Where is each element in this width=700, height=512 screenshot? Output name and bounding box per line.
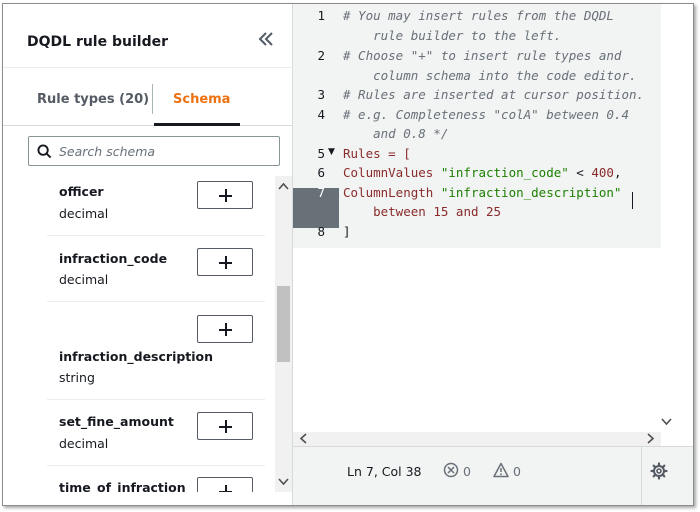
active-tab-indicator [154, 123, 240, 126]
panel-header: DQDL rule builder [3, 4, 293, 68]
code-comment: # Rules are inserted at cursor position. [343, 87, 645, 102]
tab-divider [152, 84, 153, 114]
list-item: officer decimal [47, 176, 265, 236]
code-comment: # Choose "+" to insert rule types and [343, 48, 622, 63]
add-column-button[interactable] [197, 412, 253, 440]
schema-list: officer decimal infraction_code decimal [3, 176, 275, 492]
search-schema-input[interactable] [59, 141, 269, 161]
status-divider [641, 447, 642, 505]
code-line-7-wrap: between 15 and 25 [343, 204, 501, 219]
scrollbar-thumb[interactable] [277, 286, 290, 362]
tab-schema[interactable]: Schema [173, 92, 230, 107]
code-punct: , [613, 165, 622, 180]
list-item: infraction_description string [47, 302, 265, 400]
code-rules-close: ] [343, 224, 351, 239]
code-rules-open: Rules = [ [343, 146, 411, 161]
code-comment: rule builder to the left. [343, 28, 562, 43]
editor-status-bar: Ln 7, Col 38 0 0 [293, 446, 693, 505]
list-item: set_fine_amount decimal [47, 400, 265, 466]
fold-arrow-icon[interactable]: ▼ [328, 147, 335, 157]
add-column-button[interactable] [197, 248, 253, 276]
code-number: 15 [433, 204, 449, 219]
line-number: 8 [317, 224, 325, 239]
collapse-panel-icon [258, 32, 273, 46]
code-line-7: ColumnLength "infraction_description" [343, 185, 621, 200]
warning-count: 0 [513, 464, 521, 479]
double-chevron-left-icon[interactable] [257, 30, 275, 51]
panel-title: DQDL rule builder [27, 34, 168, 50]
cursor-position: Ln 7, Col 38 [347, 464, 422, 479]
tab-rule-types[interactable]: Rule types (20) [37, 92, 149, 107]
code-line-6: ColumnValues "infraction_code" < 400, [343, 165, 621, 180]
app-window: DQDL rule builder Rule types (20) Schema [2, 3, 694, 506]
line-number: 6 [317, 165, 325, 180]
error-count: 0 [463, 464, 471, 479]
line-number: 3 [317, 87, 325, 102]
column-name: officer [59, 184, 104, 199]
error-icon[interactable] [443, 462, 459, 478]
code-string: "infraction_code" [440, 165, 569, 180]
scroll-left-icon[interactable] [299, 433, 307, 447]
column-type: string [59, 370, 95, 385]
list-item: time_of_infraction [47, 466, 265, 492]
code-keyword: between [373, 204, 426, 219]
code-editor[interactable]: 1 2 3 4 5 ▼ 6 7 8 # You may insert rules… [293, 4, 661, 432]
line-number: 4 [317, 107, 325, 122]
column-name: time_of_infraction [59, 480, 186, 492]
list-item: infraction_code decimal [47, 236, 265, 302]
code-comment: and 0.8 */ [343, 126, 449, 141]
scroll-right-icon[interactable] [647, 433, 655, 447]
code-keyword: ColumnValues [343, 165, 434, 180]
add-column-button[interactable] [197, 181, 253, 209]
add-column-button[interactable] [197, 477, 253, 492]
tab-bar: Rule types (20) Schema [3, 68, 293, 126]
scroll-up-icon[interactable] [278, 182, 289, 192]
code-number: 25 [486, 204, 502, 219]
schema-scrollbar[interactable] [275, 176, 292, 492]
search-box [28, 136, 280, 166]
gear-icon[interactable] [650, 462, 668, 480]
column-type: decimal [59, 436, 109, 451]
line-number: 2 [317, 48, 325, 63]
column-type: decimal [59, 272, 109, 287]
line-gutter: 1 2 3 4 5 ▼ 6 7 8 [293, 4, 339, 248]
code-keyword: ColumnLength [343, 185, 434, 200]
line-number: 5 [317, 146, 325, 161]
column-type: decimal [59, 206, 109, 221]
code-string: "infraction_description" [440, 185, 622, 200]
code-comment: # e.g. Completeness "colA" between 0.4 [343, 107, 629, 122]
line-number: 7 [317, 185, 325, 200]
column-name: infraction_description [59, 349, 214, 364]
editor-scroll-down-icon[interactable] [661, 418, 673, 430]
warning-icon[interactable] [493, 462, 509, 478]
text-cursor [632, 192, 633, 209]
code-operator: < [568, 165, 592, 180]
code-number: 400 [591, 165, 614, 180]
rule-builder-panel: DQDL rule builder Rule types (20) Schema [3, 4, 293, 505]
column-name: set_fine_amount [59, 414, 174, 429]
code-comment: column schema into the code editor. [343, 68, 637, 83]
code-comment: # You may insert rules from the DQDL [343, 8, 614, 23]
search-icon [37, 144, 52, 159]
add-column-button[interactable] [197, 315, 253, 343]
editor-horizontal-scrollbar[interactable] [293, 432, 661, 446]
column-name: infraction_code [59, 251, 168, 266]
line-number: 1 [317, 8, 325, 23]
scroll-down-icon[interactable] [278, 478, 289, 488]
code-keyword: and [455, 204, 479, 219]
